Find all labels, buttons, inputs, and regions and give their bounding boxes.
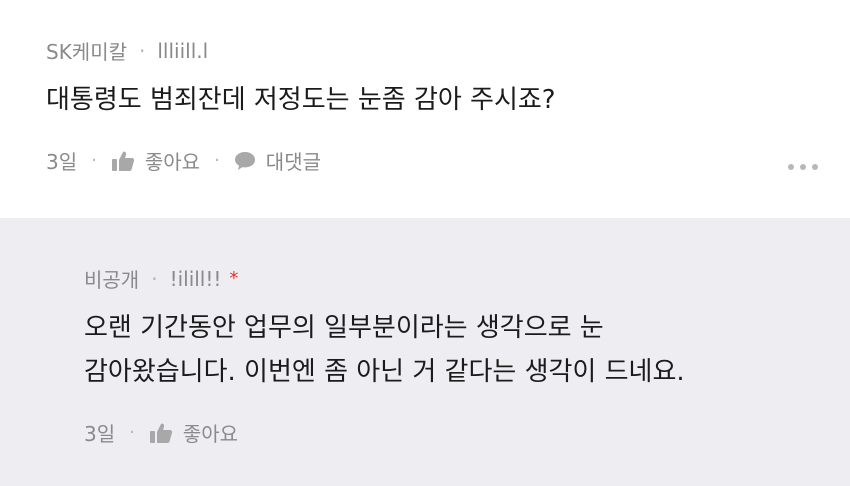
meta-separator: · (214, 150, 220, 171)
meta-separator: · (151, 266, 158, 291)
reply-text-line: 감아왔습니다. 이번엔 좀 아닌 거 같다는 생각이 드네요. (84, 357, 685, 387)
reply-time: 3일 (84, 422, 116, 446)
reply-text-line: 오랜 기간동안 업무의 일부분이라는 생각으로 눈 (84, 313, 604, 343)
comment-actions: 3일 · 좋아요 · 대댓글 (46, 146, 321, 175)
reply-nickname[interactable]: !ilill!! (170, 267, 222, 291)
reply-actions: 3일 · 좋아요 (84, 418, 238, 447)
reply-card: 비공개 · !ilill!! * 오랜 기간동안 업무의 일부분이라는 생각으로… (0, 218, 850, 486)
reply-author-meta: 비공개 · !ilill!! * (84, 264, 238, 293)
like-button[interactable]: 좋아요 (111, 146, 200, 175)
speech-bubble-icon (234, 151, 255, 170)
like-label: 좋아요 (144, 150, 201, 174)
comment-time: 3일 (46, 150, 78, 174)
meta-separator: · (129, 422, 135, 443)
author-mark: * (229, 268, 239, 289)
meta-separator: · (139, 38, 146, 63)
meta-separator: · (91, 150, 97, 171)
comment-author-meta: SK케미칼 · llliill.l (46, 36, 208, 65)
comment-text: 대통령도 범죄잔데 저정도는 눈좀 감아 주시죠? (46, 85, 556, 115)
reply-company: 비공개 (84, 268, 140, 292)
more-options-button[interactable] (784, 160, 822, 174)
like-button[interactable]: 좋아요 (149, 418, 238, 447)
comment-company: SK케미칼 (46, 40, 128, 64)
reply-label: 대댓글 (265, 150, 321, 174)
reply-text: 오랜 기간동안 업무의 일부분이라는 생각으로 눈 감아왔습니다. 이번엔 좀 … (84, 306, 685, 394)
thumbs-up-icon (111, 151, 134, 171)
like-label: 좋아요 (182, 422, 239, 446)
reply-button[interactable]: 대댓글 (234, 146, 321, 175)
thumbs-up-icon (149, 423, 172, 443)
comment-nickname[interactable]: llliill.l (157, 39, 208, 63)
comment-card: SK케미칼 · llliill.l 대통령도 범죄잔데 저정도는 눈좀 감아 주… (0, 0, 850, 218)
more-dots-icon (788, 164, 794, 170)
